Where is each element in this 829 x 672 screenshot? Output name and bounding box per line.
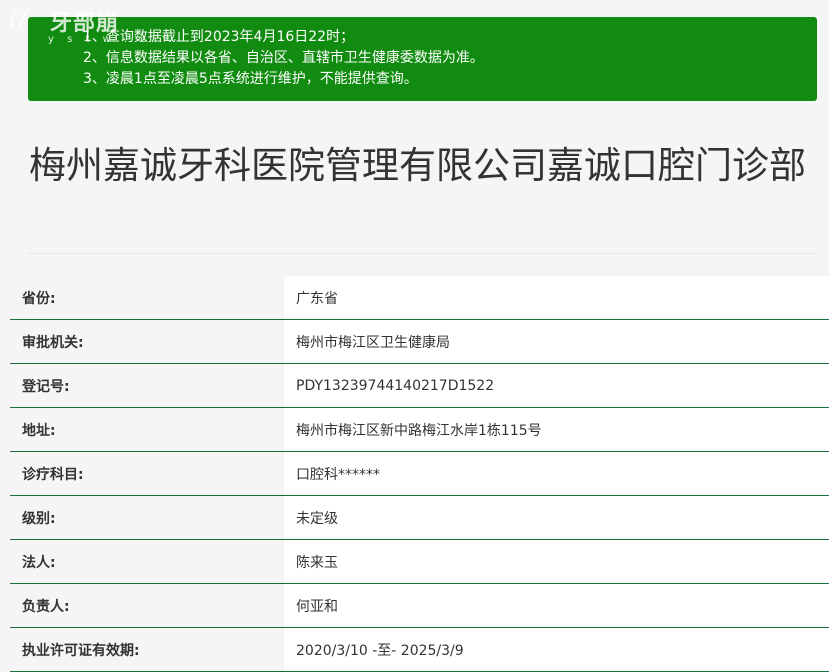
row-value-level: 未定级 <box>284 496 829 539</box>
table-row: 执业许可证有效期: 2020/3/10 -至- 2025/3/9 <box>10 628 829 672</box>
row-label-departments: 诊疗科目: <box>10 452 284 495</box>
row-label-province: 省份: <box>10 276 284 319</box>
row-label-level: 级别: <box>10 496 284 539</box>
notice-item: 2、信息数据结果以各省、自治区、直辖市卫生健康委数据为准。 <box>83 50 484 66</box>
row-label-approval-authority: 审批机关: <box>10 320 284 363</box>
row-label-address: 地址: <box>10 408 284 451</box>
page-title: 梅州嘉诚牙科医院管理有限公司嘉诚口腔门诊部 <box>29 144 806 187</box>
table-row: 登记号: PDY13239744140217D1522 <box>10 364 829 408</box>
row-value-address: 梅州市梅江区新中路梅江水岸1栋115号 <box>284 408 829 451</box>
notice-banner: 1、查询数据截止到2023年4月16日22时； 2、信息数据结果以各省、自治区、… <box>28 17 817 101</box>
table-row: 级别: 未定级 <box>10 496 829 540</box>
row-value-legal-representative: 陈来玉 <box>284 540 829 583</box>
clinic-info-table: 省份: 广东省 审批机关: 梅州市梅江区卫生健康局 登记号: PDY132397… <box>10 276 829 672</box>
row-value-approval-authority: 梅州市梅江区卫生健康局 <box>284 320 829 363</box>
row-label-legal-representative: 法人: <box>10 540 284 583</box>
table-row: 诊疗科目: 口腔科****** <box>10 452 829 496</box>
notice-item: 1、查询数据截止到2023年4月16日22时； <box>83 29 355 45</box>
row-value-person-in-charge: 何亚和 <box>284 584 829 627</box>
notice-item: 3、凌晨1点至凌晨5点系统进行维护，不能提供查询。 <box>83 71 418 87</box>
row-value-license-validity: 2020/3/10 -至- 2025/3/9 <box>284 628 829 671</box>
title-divider <box>28 253 817 254</box>
row-value-province: 广东省 <box>284 276 829 319</box>
notice-list: 1、查询数据截止到2023年4月16日22时； 2、信息数据结果以各省、自治区、… <box>83 27 817 90</box>
row-label-person-in-charge: 负责人: <box>10 584 284 627</box>
row-value-departments: 口腔科****** <box>284 452 829 495</box>
row-value-registration-number: PDY13239744140217D1522 <box>284 364 829 407</box>
table-row: 负责人: 何亚和 <box>10 584 829 628</box>
table-row: 法人: 陈来玉 <box>10 540 829 584</box>
table-row: 地址: 梅州市梅江区新中路梅江水岸1栋115号 <box>10 408 829 452</box>
table-row: 审批机关: 梅州市梅江区卫生健康局 <box>10 320 829 364</box>
row-label-license-validity: 执业许可证有效期: <box>10 628 284 671</box>
table-row: 省份: 广东省 <box>10 276 829 320</box>
watermark-mark: {/ <box>6 6 28 31</box>
row-label-registration-number: 登记号: <box>10 364 284 407</box>
